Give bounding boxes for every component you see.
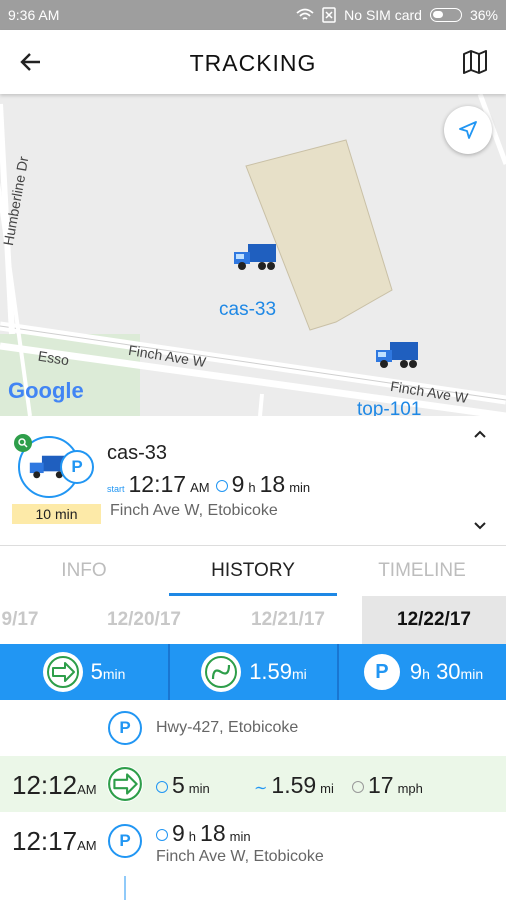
date-strip: 9/17 12/20/17 12/21/17 12/22/17	[0, 596, 506, 644]
distance-summary: 1.59mi	[170, 644, 338, 700]
vehicle-name: cas-33	[107, 442, 168, 464]
time-ampm: AM	[77, 838, 97, 853]
sim-status: No SIM card	[344, 7, 422, 23]
sim-icon	[322, 7, 336, 23]
duration-minutes-unit: min	[229, 829, 251, 844]
navigation-arrow-icon	[459, 121, 477, 139]
date-item[interactable]: 9/17	[0, 596, 60, 644]
duration-hours: 9	[231, 471, 245, 497]
timeline-time: 12:17AM	[12, 826, 97, 857]
start-label: start	[107, 484, 125, 494]
truck-icon[interactable]	[232, 242, 278, 272]
chevron-down-icon[interactable]	[472, 520, 488, 532]
battery-level: 36%	[469, 7, 498, 23]
duration-minutes: 18	[200, 820, 226, 846]
duration-unit: min	[188, 781, 210, 796]
google-logo: Google	[8, 378, 84, 403]
duration-minutes-unit: min	[289, 480, 311, 495]
tab-info[interactable]: INFO	[0, 546, 168, 596]
time-value: 12:12	[12, 770, 78, 800]
duration-minutes: 18	[259, 471, 286, 497]
app-bar: TRACKING	[0, 30, 506, 94]
start-time: 12:17	[128, 471, 187, 497]
parked-icon: P	[361, 652, 402, 692]
status-time: 9:36 AM	[8, 7, 60, 23]
parked-duration: 9h 18 min	[156, 820, 251, 847]
moving-icon	[107, 766, 143, 802]
duration-hours-unit: h	[188, 829, 197, 844]
vehicle-label-cas-33[interactable]: cas-33	[219, 299, 276, 321]
search-icon	[14, 434, 32, 452]
speed-unit: mph	[397, 781, 423, 796]
timeline-row-moving[interactable]: 12:12AM 5 min ∼ 1.59 mi 17 mph	[0, 756, 506, 812]
tab-bar: INFO HISTORY TIMELINE	[0, 546, 506, 596]
parked-icon: P	[60, 450, 94, 484]
parked-icon: P	[108, 711, 142, 745]
history-summary: 5min 1.59mi P 9h 30min	[0, 644, 506, 700]
chevron-up-icon[interactable]	[472, 428, 488, 440]
vehicle-label-top-101[interactable]: top-101	[357, 399, 421, 416]
parked-minutes-unit: min	[460, 666, 484, 682]
date-item-selected[interactable]: 12/22/17	[362, 596, 506, 644]
parked-icon: P	[108, 824, 142, 858]
map-icon[interactable]	[462, 50, 488, 74]
tab-history[interactable]: HISTORY	[169, 546, 337, 596]
moving-icon	[42, 652, 83, 692]
route-icon: ∼	[254, 780, 268, 797]
timeline-row-parked-start[interactable]: P Hwy-427, Etobicoke	[0, 700, 506, 756]
tab-timeline[interactable]: TIMELINE	[338, 546, 506, 596]
time-value: 12:17	[12, 826, 78, 856]
truck-icon[interactable]	[374, 340, 420, 370]
duration-hours-unit: h	[248, 480, 256, 495]
page-title: TRACKING	[189, 50, 317, 76]
moving-unit: min	[102, 666, 126, 682]
distance-unit: mi	[292, 666, 307, 682]
date-item[interactable]: 12/21/17	[218, 596, 358, 644]
clock-icon	[156, 829, 168, 841]
moving-speed: 17 mph	[352, 772, 423, 799]
wifi-icon	[296, 8, 314, 20]
duration-value: 5	[172, 772, 185, 798]
vehicle-start-info: start 12:17 AM 9 h 18 min	[107, 471, 310, 498]
distance-value: 1.59	[271, 772, 317, 798]
map-view[interactable]: Humberline Dr Finch Ave W Finch Ave W Es…	[0, 94, 506, 416]
status-icons: No SIM card 36%	[296, 7, 498, 23]
vehicle-address: Finch Ave W, Etobicoke	[110, 502, 278, 519]
moving-distance: ∼ 1.59 mi	[254, 772, 334, 799]
parked-minutes: 30	[436, 659, 461, 684]
distance-value: 1.59	[249, 659, 293, 684]
time-badge: 10 min	[12, 504, 101, 524]
parked-hours: 9	[409, 659, 423, 684]
speed-icon	[352, 781, 364, 793]
start-ampm: AM	[190, 480, 210, 495]
moving-summary: 5min	[0, 644, 168, 700]
timeline-time: 12:12AM	[12, 770, 97, 801]
duration-hours: 9	[172, 820, 185, 846]
parked-summary: P 9h 30min	[339, 644, 506, 700]
timeline-address: Hwy-427, Etobicoke	[156, 719, 299, 736]
vehicle-card[interactable]: P 10 min cas-33 start 12:17 AM 9 h 18 mi…	[0, 416, 506, 546]
moving-value: 5	[90, 659, 103, 684]
my-location-button[interactable]	[444, 106, 492, 154]
status-bar: 9:36 AM No SIM card 36%	[0, 0, 506, 30]
time-ampm: AM	[77, 782, 97, 797]
distance-unit: mi	[320, 781, 334, 796]
timeline-address: Finch Ave W, Etobicoke	[156, 848, 324, 865]
moving-duration: 5 min	[156, 772, 210, 799]
parked-hours-unit: h	[422, 666, 430, 682]
timeline-row-parked[interactable]: 12:17AM P 9h 18 min Finch Ave W, Etobicok…	[0, 812, 506, 876]
date-item[interactable]: 12/20/17	[74, 596, 214, 644]
distance-icon	[201, 652, 242, 692]
clock-icon	[215, 480, 228, 492]
speed-value: 17	[368, 772, 394, 798]
clock-icon	[156, 781, 168, 793]
battery-icon	[429, 8, 462, 22]
